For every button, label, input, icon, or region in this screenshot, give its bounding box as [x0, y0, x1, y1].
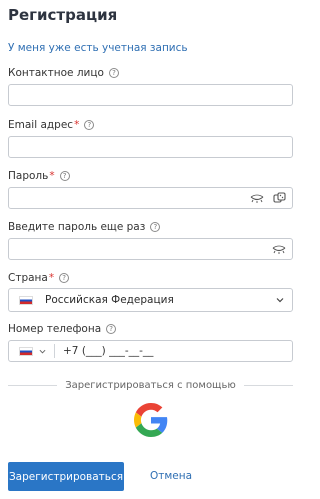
login-link[interactable]: У меня уже есть учетная запись [8, 42, 188, 54]
phone-label: Номер телефона ? [8, 323, 117, 335]
contact-label: Контактное лицо ? [8, 67, 119, 79]
phone-field[interactable] [55, 341, 292, 361]
email-label-text: Email адрес [8, 119, 74, 131]
email-field[interactable] [9, 139, 292, 159]
country-select[interactable]: Российская Федерация [8, 288, 293, 312]
contact-field-box [8, 84, 293, 107]
required-mark: * [74, 119, 80, 131]
russia-flag-icon [19, 346, 33, 356]
phone-country-code-select[interactable] [9, 341, 54, 361]
help-icon[interactable]: ? [150, 222, 161, 232]
country-selected-value: Российская Федерация [45, 294, 174, 306]
required-mark: * [48, 272, 55, 284]
divider [243, 385, 293, 386]
password-field[interactable] [9, 190, 239, 210]
password-repeat-label-text: Введите пароль еще раз [8, 221, 146, 233]
password-label: Пароль * ? [8, 170, 70, 182]
generate-password-icon[interactable] [273, 192, 286, 205]
password-label-text: Пароль [8, 170, 49, 182]
social-separator-text: Зарегистрироваться с помощью [65, 380, 236, 391]
help-icon[interactable]: ? [106, 324, 117, 334]
phone-field-box [8, 340, 293, 362]
required-mark: * [49, 170, 55, 182]
phone-label-text: Номер телефона [8, 323, 102, 335]
email-field-box [8, 136, 293, 159]
contact-field[interactable] [9, 87, 292, 107]
russia-flag-icon [19, 295, 33, 305]
social-separator: Зарегистрироваться с помощью [8, 380, 293, 391]
divider [8, 385, 58, 386]
page-title: Регистрация [8, 6, 118, 24]
country-label: Страна * ? [8, 272, 70, 284]
help-icon[interactable]: ? [84, 120, 95, 130]
help-icon[interactable]: ? [59, 273, 70, 283]
google-icon[interactable] [134, 403, 168, 437]
password-field-box [8, 187, 293, 210]
password-repeat-label: Введите пароль еще раз ? [8, 221, 161, 233]
contact-label-text: Контактное лицо [8, 67, 104, 79]
eye-closed-icon[interactable] [250, 192, 264, 204]
password-repeat-field-box [8, 238, 293, 261]
cancel-button[interactable]: Отмена [150, 470, 192, 482]
register-button[interactable]: Зарегистрироваться [8, 462, 124, 491]
help-icon[interactable]: ? [108, 68, 119, 78]
help-icon[interactable]: ? [59, 171, 70, 181]
eye-closed-icon[interactable] [272, 243, 286, 255]
chevron-down-icon [39, 349, 46, 353]
password-repeat-field[interactable] [9, 241, 264, 261]
chevron-down-icon [276, 298, 284, 303]
email-label: Email адрес * ? [8, 119, 95, 131]
country-label-text: Страна [8, 272, 48, 284]
